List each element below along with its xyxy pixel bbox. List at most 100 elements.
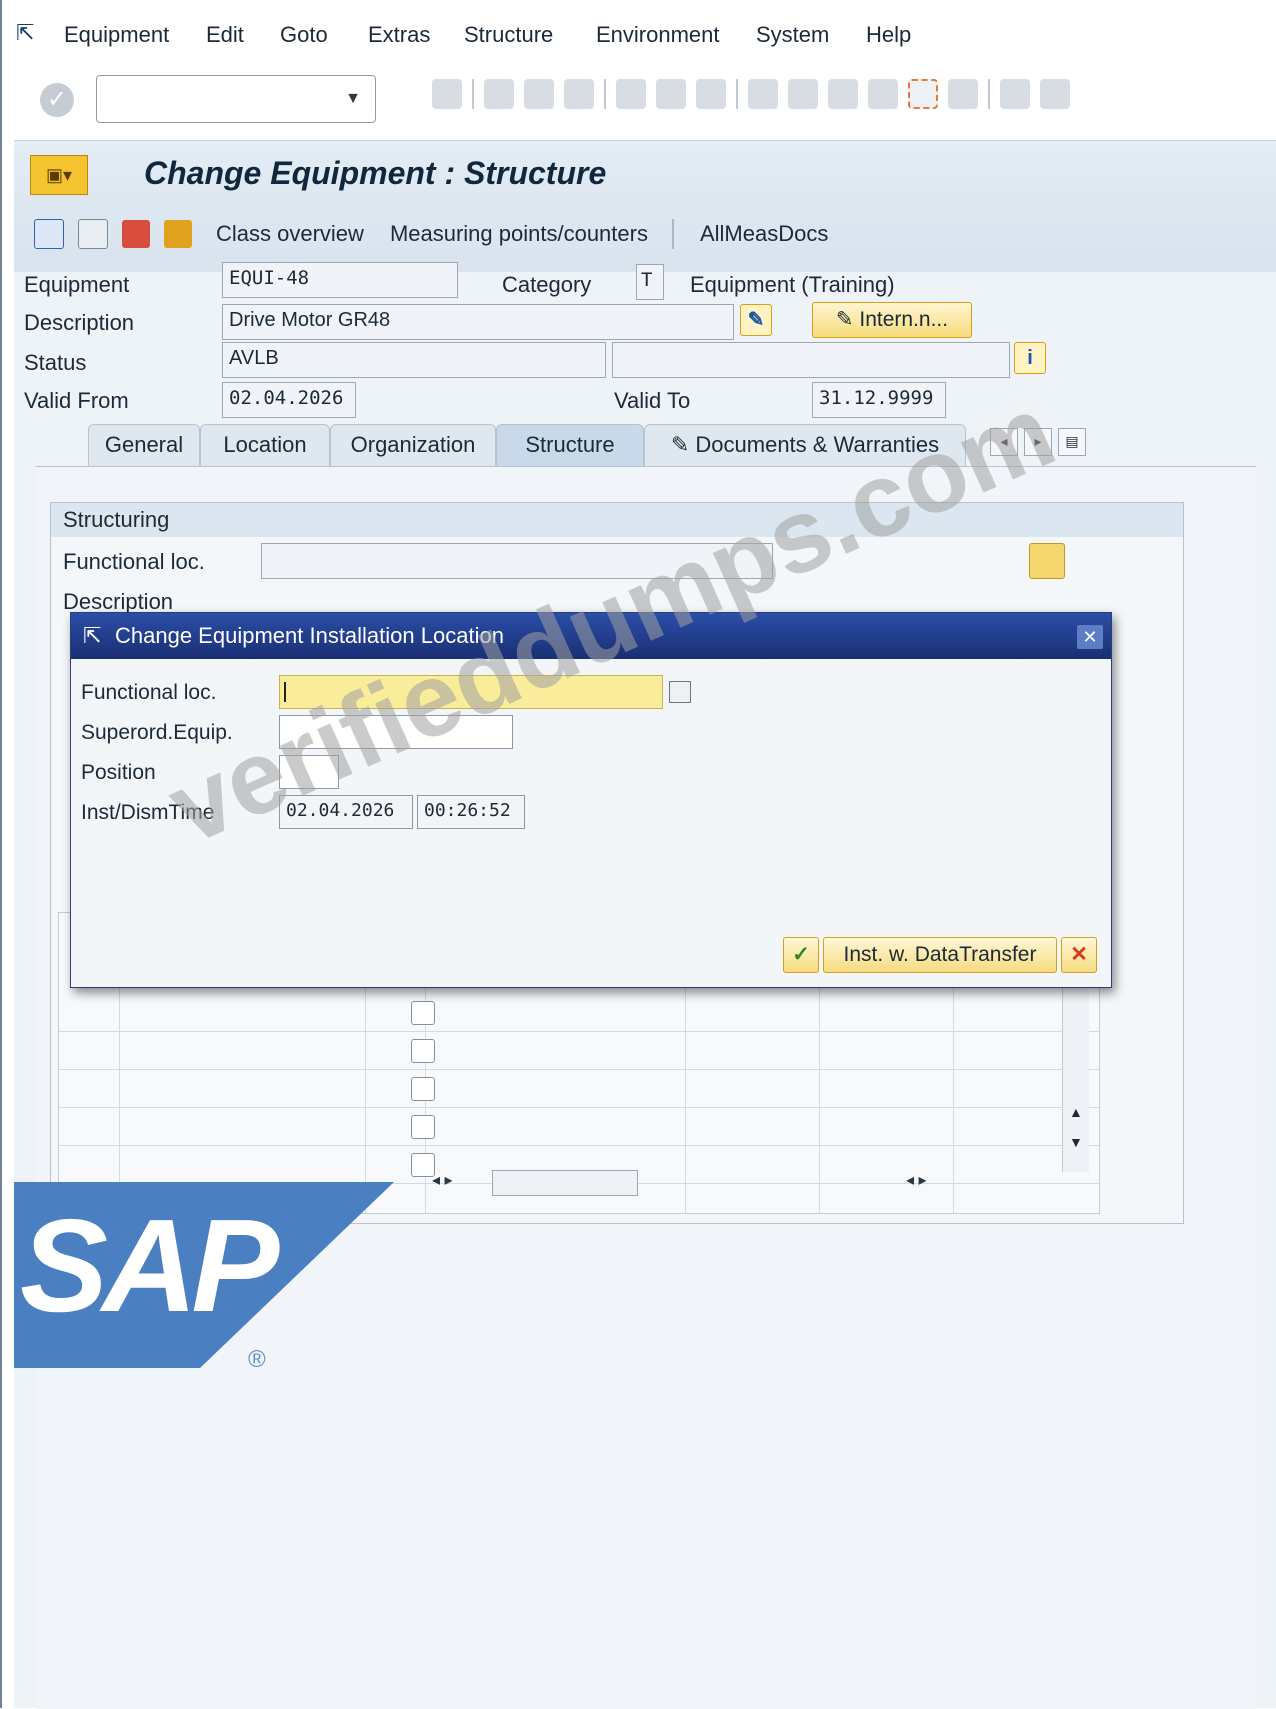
toolbar-separator (671, 219, 674, 249)
category-label: Category (502, 272, 592, 297)
partner-icon[interactable] (122, 220, 150, 248)
title-area: ▣▾ Change Equipment : Structure Class ov… (14, 140, 1276, 273)
equipment-label: Equipment (24, 272, 130, 297)
last-page-icon[interactable] (868, 79, 898, 109)
find-icon[interactable] (656, 79, 686, 109)
functional-loc-field[interactable] (261, 543, 773, 579)
valid-from-field[interactable]: 02.04.2026 (222, 382, 356, 418)
list-icon[interactable] (78, 219, 108, 249)
inst-data-transfer-button[interactable]: Inst. w. DataTransfer (823, 937, 1057, 973)
intern-note-button[interactable]: ✎ Intern.n... (812, 302, 972, 338)
object-services-icon[interactable]: ▣▾ (30, 155, 88, 195)
inst-date-input[interactable]: 02.04.2026 (279, 795, 413, 829)
valid-to-field[interactable]: 31.12.9999 (812, 382, 946, 418)
chevron-down-icon[interactable]: ▼ (345, 90, 361, 108)
superord-equip-input[interactable] (279, 715, 513, 749)
application-toolbar: Class overview Measuring points/counters… (34, 211, 828, 257)
sap-logo-text: SAP (20, 1192, 279, 1339)
tab-scroll-right-icon[interactable]: ▸ (1024, 428, 1052, 456)
tab-list-icon[interactable]: ▤ (1058, 428, 1086, 456)
description-field[interactable]: Drive Motor GR48 (222, 304, 734, 340)
position-input[interactable] (279, 755, 339, 789)
back-icon[interactable] (484, 79, 514, 109)
cancel-icon[interactable] (564, 79, 594, 109)
class-overview-button[interactable]: Class overview (216, 221, 364, 247)
save-icon[interactable] (432, 79, 462, 109)
confirm-check-icon[interactable]: ✓ (783, 937, 819, 973)
row-checkbox[interactable] (411, 1039, 435, 1063)
find-next-icon[interactable] (696, 79, 726, 109)
toolbar-separator (988, 79, 990, 109)
all-meas-docs-button[interactable]: AllMeasDocs (700, 221, 828, 247)
inst-time-input[interactable]: 00:26:52 (417, 795, 525, 829)
command-field[interactable]: ▼ (96, 75, 376, 123)
menu-structure[interactable]: Structure (464, 22, 553, 48)
table-row[interactable] (59, 1107, 1099, 1146)
equipment-field[interactable]: EQUI-48 (222, 262, 458, 298)
scroll-left-icon[interactable]: ◂ ▸ (432, 1170, 453, 1198)
menu-bar: ⇱ Equipment Edit Goto Extras Structure E… (12, 18, 1272, 58)
dialog-functional-loc-input[interactable] (279, 675, 663, 709)
menu-edit[interactable]: Edit (206, 22, 244, 48)
functional-loc-label: Functional loc. (63, 549, 205, 574)
tab-location[interactable]: Location (200, 424, 330, 466)
row-checkbox[interactable] (411, 1115, 435, 1139)
menu-environment[interactable]: Environment (596, 22, 720, 48)
category-field[interactable]: T (636, 264, 664, 300)
new-session-icon[interactable] (908, 79, 938, 109)
first-page-icon[interactable] (748, 79, 778, 109)
dialog-window-icon: ⇱ (83, 623, 102, 648)
info-icon[interactable] (34, 219, 64, 249)
tab-structure[interactable]: Structure (496, 424, 644, 466)
scroll-right-icon[interactable]: ◂ ▸ (906, 1170, 927, 1198)
table-row[interactable] (59, 1069, 1099, 1108)
tab-organization[interactable]: Organization (330, 424, 496, 466)
table-horizontal-scrollbar[interactable] (492, 1170, 638, 1196)
row-checkbox[interactable] (411, 1001, 435, 1025)
status-text-field[interactable] (612, 342, 1010, 378)
table-row[interactable] (59, 1031, 1099, 1070)
next-page-icon[interactable] (828, 79, 858, 109)
structure-hierarchy-icon[interactable] (164, 220, 192, 248)
description-label: Description (24, 310, 135, 335)
cancel-x-icon[interactable]: ✕ (1061, 937, 1097, 973)
help-icon[interactable] (1000, 79, 1030, 109)
menu-extras[interactable]: Extras (368, 22, 430, 48)
menu-help[interactable]: Help (866, 22, 911, 48)
status-info-icon[interactable]: i (1014, 342, 1046, 374)
status-field[interactable]: AVLB (222, 342, 606, 378)
tab-general[interactable]: General (88, 424, 200, 466)
menu-goto[interactable]: Goto (280, 22, 328, 48)
enter-check-icon[interactable]: ✓ (40, 83, 74, 117)
print-icon[interactable] (616, 79, 646, 109)
toolbar-separator (736, 79, 738, 109)
main-content: Equipment EQUI-48 Category T Equipment (… (14, 262, 1276, 1709)
shortcut-icon[interactable] (948, 79, 978, 109)
previous-page-icon[interactable] (788, 79, 818, 109)
table-row[interactable] (59, 993, 1099, 1032)
valid-to-label: Valid To (614, 388, 691, 413)
long-text-edit-icon[interactable]: ✎ (740, 304, 772, 336)
search-help-icon[interactable] (669, 681, 691, 703)
documents-edit-icon: ✎ (670, 432, 696, 457)
inst-dism-time-label: Inst/DismTime (81, 801, 215, 824)
standard-toolbar-icons (432, 79, 1070, 109)
tab-scroll-left-icon[interactable]: ◂ (990, 428, 1018, 456)
close-icon[interactable]: ✕ (1077, 625, 1103, 649)
text-cursor (284, 682, 286, 702)
scroll-down-icon[interactable]: ▼ (1069, 1134, 1083, 1150)
dialog-body: Functional loc. Superord.Equip. Position… (71, 659, 1111, 987)
structure-graphic-icon[interactable] (1029, 543, 1065, 579)
menu-exit-icon[interactable]: ⇱ (16, 20, 34, 46)
layout-menu-icon[interactable] (1040, 79, 1070, 109)
structuring-group-title: Structuring (51, 503, 1183, 537)
exit-icon[interactable] (524, 79, 554, 109)
tab-documents-label: Documents & Warranties (695, 432, 940, 457)
toolbar-separator (472, 79, 474, 109)
scroll-up-icon[interactable]: ▲ (1069, 1104, 1083, 1120)
menu-system[interactable]: System (756, 22, 829, 48)
menu-equipment[interactable]: Equipment (64, 22, 169, 48)
row-checkbox[interactable] (411, 1077, 435, 1101)
measuring-points-button[interactable]: Measuring points/counters (390, 221, 648, 247)
tab-documents-warranties[interactable]: ✎ Documents & Warranties (644, 424, 966, 466)
